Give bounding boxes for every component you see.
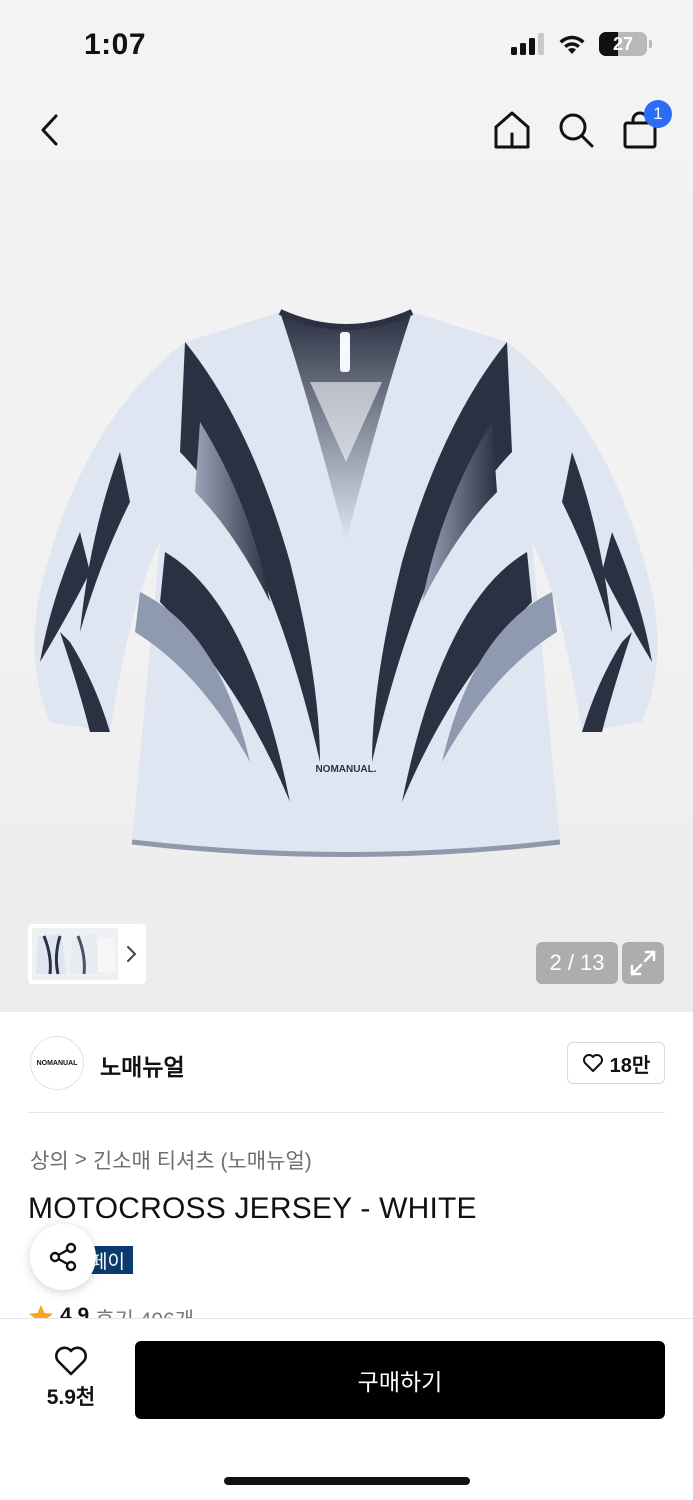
share-button[interactable] xyxy=(30,1224,96,1290)
share-icon xyxy=(49,1242,77,1272)
product-gallery[interactable]: 1 NOMANUAL. 2 / 13 xyxy=(0,92,693,1012)
brand-logo-text: NOMANUAL xyxy=(36,1059,78,1067)
jersey-print-text: NOMANUAL. xyxy=(315,764,376,775)
home-icon xyxy=(494,111,530,149)
bottom-action-bar: 5.9천 구매하기 xyxy=(0,1318,693,1500)
brand-logo[interactable]: NOMANUAL xyxy=(30,1036,84,1090)
wifi-icon xyxy=(559,35,585,54)
expand-icon xyxy=(630,950,656,976)
expand-button[interactable] xyxy=(622,942,664,984)
brand-like-count: 18만 xyxy=(609,1054,651,1077)
star-icon xyxy=(29,1305,53,1318)
status-icons: 27 xyxy=(511,32,652,56)
review-count[interactable]: 후기 406개 xyxy=(95,1304,194,1318)
cellular-signal-icon xyxy=(511,33,544,55)
brand-name[interactable]: 노매뉴얼 xyxy=(100,1048,185,1082)
status-time: 1:07 xyxy=(84,28,147,61)
product-title: MOTOCROSS JERSEY - WHITE xyxy=(28,1192,477,1225)
brand-row[interactable]: NOMANUAL 노매뉴얼 18만 xyxy=(0,1012,693,1112)
thumbnail-strip[interactable] xyxy=(28,924,146,984)
breadcrumb-category[interactable]: 상의 xyxy=(30,1145,69,1175)
breadcrumb-separator: > xyxy=(74,1148,87,1171)
wishlist-button[interactable]: 5.9천 xyxy=(34,1345,108,1415)
battery-level: 27 xyxy=(612,33,634,54)
home-indicator xyxy=(224,1477,470,1485)
heart-icon xyxy=(582,1054,603,1072)
search-icon xyxy=(559,113,594,148)
breadcrumb-subcategory[interactable]: 긴소매 티셔츠 (노매뉴얼) xyxy=(93,1145,312,1175)
cart-button[interactable]: 1 xyxy=(618,100,672,152)
chevron-left-icon xyxy=(41,114,58,146)
brand-like-button[interactable]: 18만 xyxy=(567,1042,665,1084)
search-button[interactable] xyxy=(554,108,598,152)
home-button[interactable] xyxy=(490,108,534,152)
cart-count-badge: 1 xyxy=(644,100,672,128)
back-button[interactable] xyxy=(30,110,70,150)
breadcrumb: 상의 > 긴소매 티셔츠 (노매뉴얼) xyxy=(30,1145,312,1175)
image-counter: 2 / 13 xyxy=(536,942,618,984)
chevron-right-icon xyxy=(127,946,137,962)
heart-icon xyxy=(55,1346,87,1376)
rating-row[interactable]: 4.9 후기 406개 xyxy=(28,1304,194,1318)
status-bar: 1:07 27 xyxy=(0,0,693,92)
wishlist-count: 5.9천 xyxy=(46,1386,96,1409)
thumbnail-image xyxy=(32,928,118,980)
buy-button[interactable]: 구매하기 xyxy=(135,1341,665,1419)
rating-score: 4.9 xyxy=(60,1304,90,1318)
product-image-jersey: NOMANUAL. xyxy=(34,309,658,857)
battery-icon: 27 xyxy=(599,32,652,56)
divider xyxy=(28,1112,665,1113)
